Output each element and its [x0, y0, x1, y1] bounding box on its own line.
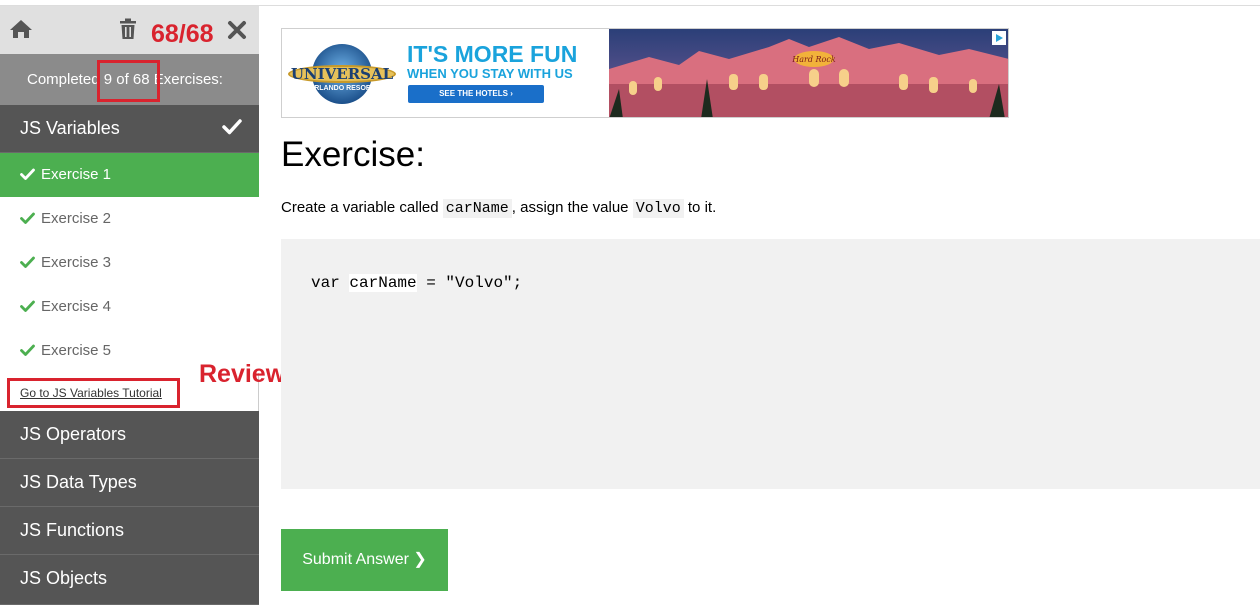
see-hotels-button[interactable]: SEE THE HOTELS ›	[408, 85, 544, 103]
home-icon[interactable]	[8, 18, 34, 40]
exercise-item-3[interactable]: Exercise 3	[0, 241, 259, 285]
tutorial-highlight-box	[7, 378, 180, 408]
exercise-label: Exercise 4	[41, 298, 112, 315]
topic-label: JS Objects	[20, 568, 108, 588]
ad-banner[interactable]: UNIVERSAL ORLANDO RESORT IT'S MORE FUN W…	[281, 28, 1009, 118]
hotel-sign-text: Hard Rock	[791, 55, 836, 64]
topic-js-functions[interactable]: JS Functions	[0, 507, 259, 555]
check-icon	[20, 168, 35, 180]
score-annotation: 68/68	[151, 20, 214, 48]
topic-js-variables[interactable]: JS Variables	[0, 105, 259, 153]
topic-label: JS Variables	[20, 118, 120, 138]
code-variable: carName	[349, 274, 417, 292]
trash-icon[interactable]	[118, 18, 138, 40]
progress-highlight-box	[97, 60, 160, 102]
progress-summary: Completed 9 of 68 Exercises:	[0, 54, 259, 105]
instruction-value: Volvo	[632, 199, 684, 218]
logo-subtext: ORLANDO RESORT	[309, 85, 376, 92]
topic-label: JS Functions	[20, 520, 125, 540]
code-rest: = "Volvo";	[416, 274, 523, 292]
hotel-photo: Hard Rock	[609, 29, 1008, 117]
topic-js-data-types[interactable]: JS Data Types	[0, 459, 259, 507]
exercise-label: Exercise 2	[41, 210, 112, 227]
progress-label-after: Exercises:	[153, 71, 223, 88]
check-icon	[20, 300, 35, 312]
code-editor[interactable]: var carName = "Volvo";	[281, 239, 1260, 489]
exercise-label: Exercise 1	[41, 166, 112, 183]
logo-text: UNIVERSAL	[291, 65, 394, 83]
instruction-text: Create a variable called	[281, 199, 439, 216]
ad-subline: WHEN YOU STAY WITH US	[407, 66, 573, 81]
submit-answer-button[interactable]: Submit Answer ❯	[281, 529, 448, 591]
universal-globe-logo: UNIVERSAL ORLANDO RESORT	[288, 44, 396, 104]
topic-js-objects[interactable]: JS Objects	[0, 555, 259, 605]
exercise-instruction: Create a variable called carName, assign…	[281, 199, 717, 218]
exercise-title: Exercise:	[281, 135, 425, 174]
sidebar-toolbar: 68/68	[0, 6, 259, 54]
check-icon	[20, 256, 35, 268]
ad-headline: IT'S MORE FUN	[407, 41, 578, 67]
instruction-text: to it.	[687, 199, 717, 216]
check-icon	[20, 344, 35, 356]
check-icon	[222, 119, 242, 135]
instruction-variable: carName	[442, 199, 512, 218]
code-keyword: var	[311, 274, 350, 292]
exercise-label: Exercise 5	[41, 342, 112, 359]
code-line: var carName = "Volvo";	[311, 274, 522, 292]
instruction-text: , assign the value	[511, 199, 629, 216]
ad-choices-icon[interactable]	[992, 31, 1006, 45]
progress-label: Completed	[27, 71, 100, 88]
exercise-sidebar: 68/68 Completed 9 of 68 Exercises: JS Va…	[0, 6, 259, 605]
topic-label: JS Operators	[20, 424, 127, 444]
exercise-label: Exercise 3	[41, 254, 112, 271]
exercise-item-4[interactable]: Exercise 4	[0, 285, 259, 329]
topic-js-operators[interactable]: JS Operators	[0, 411, 259, 459]
topic-label: JS Data Types	[20, 472, 137, 492]
exercise-item-2[interactable]: Exercise 2	[0, 197, 259, 241]
close-icon[interactable]	[227, 20, 247, 40]
exercise-item-1[interactable]: Exercise 1	[0, 153, 259, 197]
check-icon	[20, 212, 35, 224]
